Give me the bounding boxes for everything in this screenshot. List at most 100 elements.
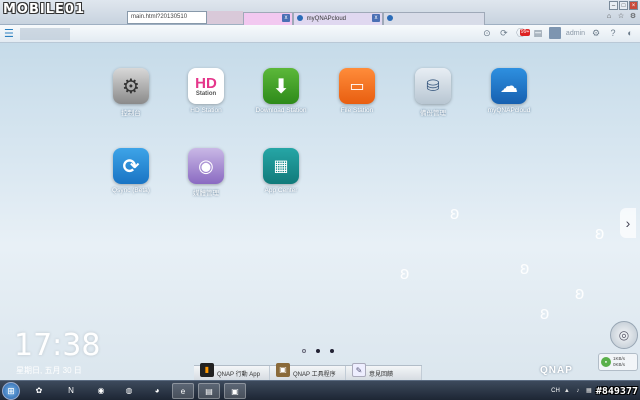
- options-icon[interactable]: ⚙: [590, 27, 602, 39]
- windows-taskbar: ⊞ ✿ N ◉ ◍ ◕ e ▤ ▣ CH ▲ ♪ ▦ #849377: [0, 380, 640, 400]
- browser-tab-3[interactable]: [383, 12, 485, 25]
- taskbar-app-ie[interactable]: e: [172, 383, 194, 399]
- bird-decoration-icon: ʚ: [520, 258, 530, 278]
- help-icon[interactable]: ?: [607, 27, 619, 39]
- network-icon[interactable]: ▦: [585, 387, 593, 395]
- network-status-icon: ●: [601, 357, 611, 367]
- app-label: myQNAPcloud: [487, 107, 531, 114]
- search-icon[interactable]: ⊙: [481, 27, 493, 39]
- taskbar-app-viewer[interactable]: ▣: [224, 383, 246, 399]
- app-label: App Center: [264, 187, 298, 194]
- dock-item-mobile-app[interactable]: ▮ QNAP 行動 App: [194, 363, 270, 380]
- minimize-icon[interactable]: –: [609, 1, 618, 10]
- notification-badge: 99+: [519, 29, 531, 36]
- language-indicator[interactable]: CH: [551, 388, 560, 394]
- close-icon[interactable]: ×: [629, 1, 638, 10]
- favicon-icon: [297, 15, 303, 22]
- dock-item-feedback[interactable]: ✎ 意見回饋: [346, 363, 422, 380]
- start-button[interactable]: ⊞: [2, 382, 20, 400]
- desktop: ʚ ʚ ʚ ʚ ʚ ʚ ⚙ 控制台 HD Station HD Station …: [0, 43, 640, 380]
- utility-icon: ▣: [276, 363, 290, 377]
- browser-toolbar: MOBILE01 main.html?20130510 x myQNAPclou…: [0, 0, 640, 25]
- download-rate: 0KB/s: [613, 362, 626, 367]
- dock-label: QNAP 行動 App: [217, 371, 260, 378]
- dashboard-icon[interactable]: ◐: [624, 27, 636, 39]
- page-indicator: [302, 349, 334, 353]
- user-name[interactable]: admin: [566, 30, 585, 37]
- network-widget[interactable]: ● 1KB/s 0KB/s: [598, 353, 638, 371]
- taskbar-app-chrome[interactable]: ◕: [146, 383, 168, 399]
- notification-icon[interactable]: ⓘ 99+: [515, 27, 531, 39]
- tab-close-icon[interactable]: x: [282, 14, 290, 22]
- bird-decoration-icon: ʚ: [450, 203, 460, 223]
- taskbar-app-4[interactable]: ◍: [118, 383, 140, 399]
- watermark-id: #849377: [595, 385, 638, 397]
- tab-label: myQNAPcloud: [306, 16, 347, 22]
- app-app-center[interactable]: ▦ App Center: [246, 148, 316, 194]
- app-file-station[interactable]: ▭ File Station: [322, 68, 392, 114]
- app-download-station[interactable]: ⬇ Download Station: [246, 68, 316, 114]
- app-media-manager[interactable]: ◉ 媒體管理: [171, 148, 241, 197]
- app-hd-station[interactable]: HD Station HD Station: [171, 68, 241, 114]
- dock-label: QNAP 工具程序: [293, 371, 336, 378]
- bird-decoration-icon: ʚ: [575, 283, 585, 303]
- desktop-clock: 17:38: [14, 328, 101, 363]
- app-qsync[interactable]: ⟳ Qsync (Beta): [96, 148, 166, 194]
- desktop-date: 星期日, 五月 30 日: [16, 366, 82, 375]
- home-icon[interactable]: ⌂: [604, 12, 614, 22]
- app-label: Download Station: [255, 107, 307, 114]
- tab-close-icon[interactable]: x: [372, 14, 380, 22]
- taskbar-app-1[interactable]: ✿: [28, 383, 50, 399]
- app-label: HD Station: [190, 107, 222, 114]
- app-label: File Station: [340, 107, 374, 114]
- next-page-button[interactable]: ›: [620, 208, 636, 238]
- app-label: 備份管理: [420, 110, 446, 117]
- qnap-logo: QNAP: [540, 365, 573, 376]
- avatar[interactable]: [548, 27, 561, 39]
- topbar-tools: ⊙ ⟳ ⓘ 99+ ▤ admin ⚙ ? ◐: [481, 27, 636, 39]
- refresh-icon[interactable]: ⟳: [498, 27, 510, 39]
- app-label: 媒體管理: [193, 190, 219, 197]
- taskbar-app-explorer[interactable]: ▤: [198, 383, 220, 399]
- settings-icon[interactable]: ⚙: [628, 12, 638, 22]
- main-menu-icon[interactable]: ☰: [4, 28, 16, 40]
- download-station-icon: ⬇: [263, 68, 299, 104]
- blurred-region: [207, 11, 243, 24]
- taskbar-app-3[interactable]: ◉: [90, 383, 112, 399]
- media-manager-icon: ◉: [188, 148, 224, 184]
- favicon-icon: [387, 15, 393, 22]
- hd-station-icon: HD Station: [188, 68, 224, 104]
- app-myqnapcloud[interactable]: ☁ myQNAPcloud: [474, 68, 544, 114]
- maximize-icon[interactable]: □: [619, 1, 628, 10]
- window-controls: – □ ×: [609, 1, 638, 10]
- page-dot[interactable]: [302, 349, 306, 353]
- qsync-icon: ⟳: [113, 148, 149, 184]
- browser-tab-1[interactable]: x: [243, 12, 293, 25]
- backup-manager-icon: ⛁: [415, 68, 451, 104]
- taskbar-app-2[interactable]: N: [60, 383, 82, 399]
- watermark-logo: MOBILE01: [3, 2, 85, 17]
- task-icon[interactable]: ▤: [532, 27, 544, 39]
- myqnapcloud-icon: ☁: [491, 68, 527, 104]
- volume-icon[interactable]: ♪: [574, 387, 582, 395]
- address-bar[interactable]: main.html?20130510: [127, 11, 207, 24]
- dashboard-knob-icon[interactable]: ◎: [610, 321, 638, 349]
- app-label: 控制台: [121, 110, 141, 117]
- mobile-app-icon: ▮: [200, 363, 214, 377]
- app-backup-manager[interactable]: ⛁ 備份管理: [398, 68, 468, 117]
- bird-decoration-icon: ʚ: [540, 303, 550, 323]
- page-dot[interactable]: [316, 349, 320, 353]
- dock-item-utility[interactable]: ▣ QNAP 工具程序: [270, 363, 346, 380]
- qnap-topbar: ☰ ⊙ ⟳ ⓘ 99+ ▤ admin ⚙ ? ◐: [0, 25, 640, 43]
- blurred-region: [20, 28, 70, 40]
- favorites-icon[interactable]: ☆: [616, 12, 626, 22]
- browser-tab-myqnapcloud[interactable]: myQNAPcloud x: [293, 12, 383, 25]
- app-center-icon: ▦: [263, 148, 299, 184]
- file-station-icon: ▭: [339, 68, 375, 104]
- browser-tools: ⌂ ☆ ⚙: [604, 12, 638, 22]
- dock-label: 意見回饋: [369, 371, 394, 378]
- app-label: Qsync (Beta): [112, 187, 150, 194]
- app-control-panel[interactable]: ⚙ 控制台: [96, 68, 166, 117]
- page-dot[interactable]: [330, 349, 334, 353]
- tray-icon[interactable]: ▲: [563, 387, 571, 395]
